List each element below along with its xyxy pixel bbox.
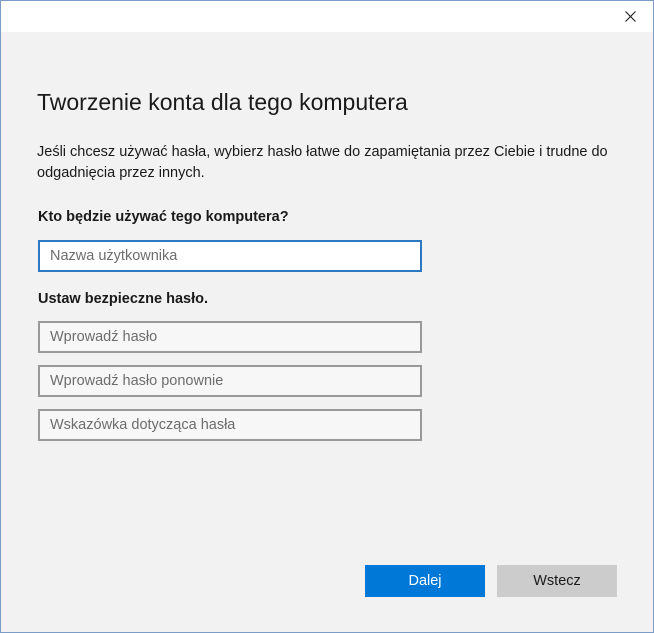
description-text: Jeśli chcesz używać hasła, wybierz hasło… xyxy=(37,144,608,181)
create-account-dialog: Tworzenie konta dla tego komputera Jeśli… xyxy=(0,0,654,633)
password-repeat-field[interactable] xyxy=(38,365,422,397)
close-icon xyxy=(624,11,636,22)
page-title: Tworzenie konta dla tego komputera xyxy=(37,89,408,115)
close-button[interactable] xyxy=(607,1,653,32)
username-field[interactable] xyxy=(38,240,422,272)
back-button[interactable]: Wstecz xyxy=(497,565,617,597)
password-section-label: Ustaw bezpieczne hasło. xyxy=(38,291,209,307)
password-hint-field[interactable] xyxy=(38,409,422,441)
title-bar xyxy=(1,1,653,32)
next-button[interactable]: Dalej xyxy=(365,565,485,597)
who-label: Kto będzie używać tego komputera? xyxy=(38,209,289,225)
password-field[interactable] xyxy=(38,321,422,353)
